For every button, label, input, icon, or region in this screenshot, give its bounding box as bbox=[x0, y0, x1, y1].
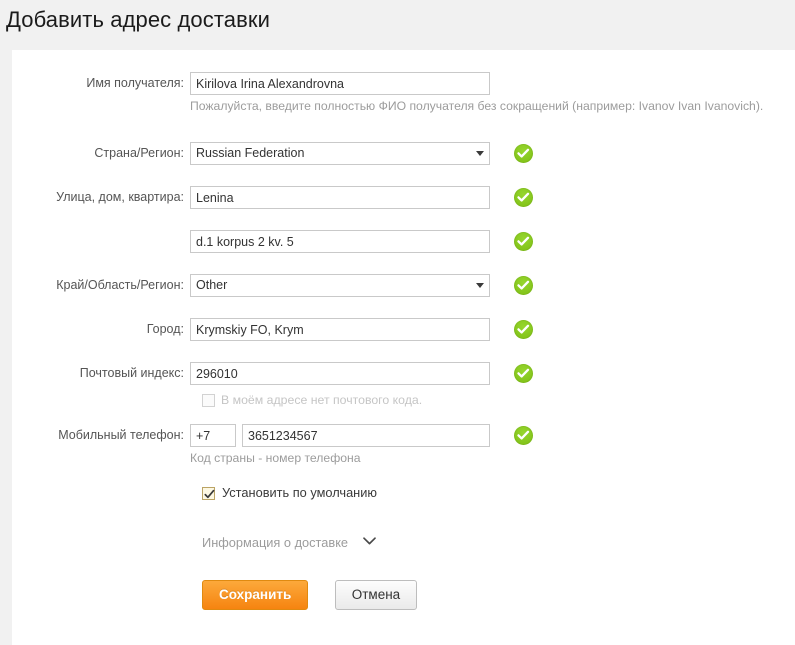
region-control: Other bbox=[190, 274, 490, 297]
default-address-checkbox-label: Установить по умолчанию bbox=[222, 485, 377, 500]
recipient-name-control bbox=[190, 72, 490, 95]
no-zip-checkbox[interactable] bbox=[202, 394, 215, 407]
country-select-value: Russian Federation bbox=[196, 146, 305, 160]
page-title: Добавить адрес доставки bbox=[6, 7, 271, 32]
address-form-card: Имя получателя: Пожалуйста, введите полн… bbox=[12, 50, 795, 645]
country-select[interactable]: Russian Federation bbox=[190, 142, 490, 165]
phone-number-input[interactable] bbox=[242, 424, 490, 447]
valid-check-icon bbox=[514, 276, 533, 295]
country-select-display[interactable]: Russian Federation bbox=[190, 142, 490, 165]
phone-label: Мобильный телефон: bbox=[58, 428, 184, 442]
region-select-display[interactable]: Other bbox=[190, 274, 490, 297]
chevron-down-icon bbox=[476, 283, 484, 288]
no-zip-checkbox-label: В моём адресе нет почтового кода. bbox=[221, 393, 423, 407]
city-control bbox=[190, 318, 490, 341]
chevron-down-icon bbox=[362, 534, 377, 549]
street-input[interactable] bbox=[190, 186, 490, 209]
recipient-name-label: Имя получателя: bbox=[86, 76, 184, 90]
zip-input[interactable] bbox=[190, 362, 490, 385]
recipient-name-input[interactable] bbox=[190, 72, 490, 95]
valid-check-icon bbox=[514, 320, 533, 339]
valid-check-icon bbox=[514, 426, 533, 445]
phone-country-code-input[interactable] bbox=[190, 424, 236, 447]
region-select-value: Other bbox=[196, 278, 228, 292]
city-input[interactable] bbox=[190, 318, 490, 341]
phone-input-group bbox=[190, 424, 490, 447]
no-zip-checkbox-row[interactable]: В моём адресе нет почтового кода. bbox=[202, 391, 422, 409]
street-2-input[interactable] bbox=[190, 230, 490, 253]
delivery-info-label: Информация о доставке bbox=[202, 535, 349, 550]
region-select[interactable]: Other bbox=[190, 274, 490, 297]
save-button[interactable]: Сохранить bbox=[202, 580, 309, 610]
default-address-checkbox-row[interactable]: Установить по умолчанию bbox=[202, 484, 377, 502]
cancel-button[interactable]: Отмена bbox=[334, 580, 418, 610]
zip-label: Почтовый индекс: bbox=[79, 366, 184, 380]
form-actions: Сохранить Отмена bbox=[202, 580, 418, 610]
city-label: Город: bbox=[146, 322, 184, 336]
page-header: Добавить адрес доставки bbox=[0, 0, 795, 48]
country-label: Страна/Регион: bbox=[94, 146, 184, 160]
recipient-name-hint: Пожалуйста, введите полностью ФИО получа… bbox=[190, 99, 764, 113]
zip-control bbox=[190, 362, 490, 385]
valid-check-icon bbox=[514, 144, 533, 163]
phone-hint: Код страны - номер телефона bbox=[190, 451, 361, 465]
valid-check-icon bbox=[514, 232, 533, 251]
country-control: Russian Federation bbox=[190, 142, 490, 165]
region-label: Край/Область/Регион: bbox=[56, 278, 184, 292]
street-label: Улица, дом, квартира: bbox=[56, 190, 184, 204]
default-address-checkbox[interactable] bbox=[202, 487, 215, 500]
street-control bbox=[190, 186, 490, 209]
add-shipping-address-page: Добавить адрес доставки Имя получателя: … bbox=[0, 0, 795, 645]
phone-control bbox=[190, 424, 490, 447]
valid-check-icon bbox=[514, 188, 533, 207]
valid-check-icon bbox=[514, 364, 533, 383]
street-2-control bbox=[190, 230, 490, 253]
chevron-down-icon bbox=[476, 151, 484, 156]
delivery-info-toggle[interactable]: Информация о доставке bbox=[202, 534, 377, 550]
